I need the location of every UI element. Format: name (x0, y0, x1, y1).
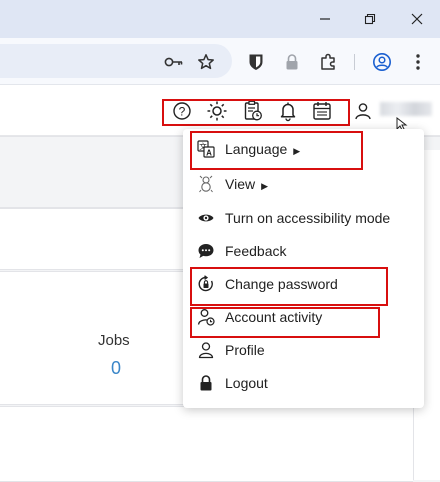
extensions-icon[interactable] (316, 50, 340, 74)
username-blurred[interactable] (380, 102, 432, 116)
kebab-menu-icon[interactable] (406, 50, 430, 74)
profile-person-icon (197, 341, 215, 359)
menu-item-logout[interactable]: Logout (183, 368, 424, 398)
user-icon[interactable] (352, 100, 374, 122)
browser-titlebar (0, 0, 440, 38)
close-window-button[interactable] (405, 8, 429, 30)
menu-item-view-label: View (225, 176, 256, 192)
menu-item-feedback-label: Feedback (225, 243, 287, 259)
toolbar-separator (354, 54, 355, 70)
key-icon[interactable] (162, 50, 186, 74)
menu-item-feedback[interactable]: Feedback (183, 236, 424, 266)
lock-icon[interactable] (280, 50, 304, 74)
bitwarden-icon[interactable] (244, 50, 268, 74)
language-highlight (190, 131, 363, 170)
account-activity-highlight (190, 307, 380, 338)
bookmark-star-icon[interactable] (194, 50, 218, 74)
change-password-highlight (190, 267, 388, 306)
eye-icon (197, 209, 215, 227)
profile-icon[interactable] (370, 50, 394, 74)
header-icons-highlight (162, 99, 350, 126)
dashboard-panel-bottom (0, 406, 413, 482)
menu-item-view[interactable]: View ▶ (183, 169, 424, 199)
jobs-count-link[interactable]: 0 (111, 358, 121, 379)
menu-item-profile[interactable]: Profile (183, 335, 424, 365)
jobs-label: Jobs (98, 332, 130, 349)
minimize-button[interactable] (313, 8, 337, 30)
menu-item-accessibility-mode[interactable]: Turn on accessibility mode (183, 203, 424, 233)
submenu-arrow-icon: ▶ (261, 181, 269, 191)
menu-item-profile-label: Profile (225, 342, 265, 358)
view-icon (197, 175, 215, 193)
feedback-icon (197, 242, 215, 260)
restore-button[interactable] (358, 8, 382, 30)
logout-lock-icon (197, 374, 215, 392)
menu-item-accessibility-label: Turn on accessibility mode (225, 210, 391, 226)
menu-item-logout-label: Logout (225, 375, 268, 391)
